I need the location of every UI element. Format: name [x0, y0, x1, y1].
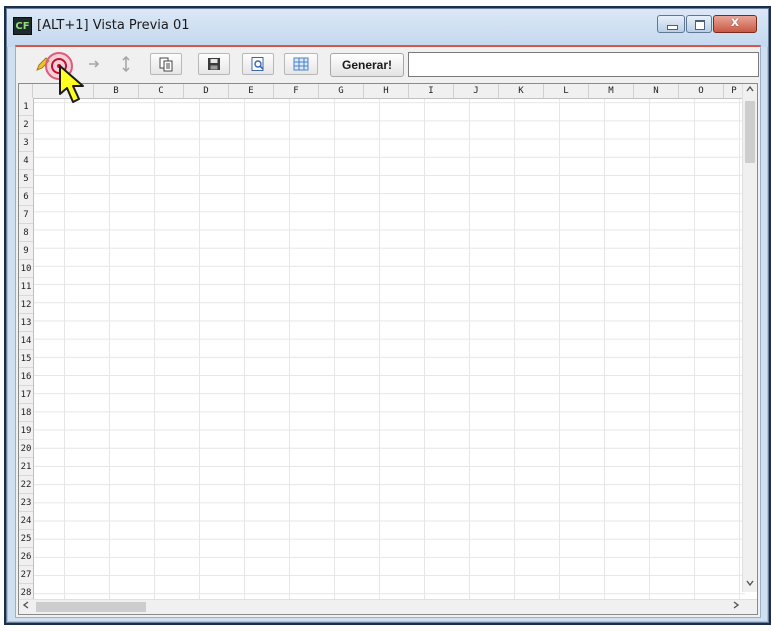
row-header-cell[interactable]: 18 — [19, 404, 33, 422]
row-header-cell[interactable]: 26 — [19, 548, 33, 566]
spreadsheet-grid[interactable]: B C D E F G H I J K L M N O P 1 2 3 4 5 … — [18, 83, 758, 615]
toolbar: Generar! — [16, 47, 760, 81]
chevron-up-icon — [746, 85, 754, 92]
scroll-down-button[interactable] — [743, 578, 757, 592]
pencil-button[interactable] — [32, 53, 54, 75]
column-header-e[interactable]: E — [229, 84, 274, 98]
save-icon — [208, 58, 220, 70]
column-header: B C D E F G H I J K L M N O P — [19, 84, 745, 99]
row-header-cell[interactable]: 17 — [19, 386, 33, 404]
column-header-o[interactable]: O — [679, 84, 724, 98]
column-header-k[interactable]: K — [499, 84, 544, 98]
row-header-cell[interactable]: 3 — [19, 134, 33, 152]
row-header-cell[interactable]: 25 — [19, 530, 33, 548]
sort-vertical-icon — [122, 56, 130, 72]
generate-input[interactable] — [408, 52, 759, 77]
next-button[interactable] — [82, 53, 106, 75]
row-header: 1 2 3 4 5 6 7 8 9 10 11 12 13 14 15 16 1… — [19, 98, 34, 604]
row-header-cell[interactable]: 14 — [19, 332, 33, 350]
row-header-cell[interactable]: 1 — [19, 98, 33, 116]
minimize-icon — [667, 25, 678, 30]
pencil-icon — [36, 57, 50, 71]
sort-button[interactable] — [114, 53, 138, 75]
column-header-j[interactable]: J — [454, 84, 499, 98]
title-bar[interactable]: CF [ALT+1] Vista Previa 01 x — [7, 9, 768, 47]
row-header-cell[interactable]: 5 — [19, 170, 33, 188]
row-header-cell[interactable]: 19 — [19, 422, 33, 440]
vertical-scroll-thumb[interactable] — [745, 101, 755, 163]
column-header-n[interactable]: N — [634, 84, 679, 98]
horizontal-scrollbar[interactable] — [19, 599, 757, 614]
close-icon: x — [730, 15, 740, 30]
grid-cells[interactable] — [19, 84, 745, 604]
row-header-cell[interactable]: 13 — [19, 314, 33, 332]
table-icon — [293, 57, 309, 71]
table-button[interactable] — [284, 53, 318, 75]
scroll-up-button[interactable] — [743, 84, 757, 98]
column-header-i[interactable]: I — [409, 84, 454, 98]
generate-button[interactable]: Generar! — [330, 53, 404, 77]
maximize-icon — [695, 20, 705, 30]
row-header-cell[interactable]: 24 — [19, 512, 33, 530]
row-header-cell[interactable]: 22 — [19, 476, 33, 494]
preview-button[interactable] — [242, 53, 274, 75]
column-header-f[interactable]: F — [274, 84, 319, 98]
column-header-d[interactable]: D — [184, 84, 229, 98]
column-header-a[interactable] — [33, 84, 94, 98]
chevron-right-icon — [733, 601, 740, 609]
row-header-cell[interactable]: 27 — [19, 566, 33, 584]
row-header-cell[interactable]: 23 — [19, 494, 33, 512]
minimize-button[interactable] — [657, 15, 685, 33]
scroll-right-button[interactable] — [729, 600, 743, 614]
maximize-button[interactable] — [686, 15, 712, 33]
close-button[interactable]: x — [713, 15, 757, 33]
row-header-cell[interactable]: 4 — [19, 152, 33, 170]
row-header-cell[interactable]: 8 — [19, 224, 33, 242]
app-window: CF [ALT+1] Vista Previa 01 x Generar! B … — [6, 8, 769, 623]
row-header-cell[interactable]: 12 — [19, 296, 33, 314]
column-header-b[interactable]: B — [94, 84, 139, 98]
column-header-h[interactable]: H — [364, 84, 409, 98]
vertical-scrollbar[interactable] — [742, 84, 757, 592]
column-header-m[interactable]: M — [589, 84, 634, 98]
copy-button[interactable] — [150, 53, 182, 75]
arrow-right-icon — [89, 60, 100, 68]
app-icon[interactable]: CF — [13, 17, 32, 35]
copy-icon — [159, 57, 173, 72]
chevron-left-icon — [22, 601, 29, 609]
client-area: Generar! B C D E F G H I J K L M N O P 1… — [15, 45, 761, 618]
preview-icon — [251, 57, 264, 71]
row-header-cell[interactable]: 2 — [19, 116, 33, 134]
column-header-g[interactable]: G — [319, 84, 364, 98]
row-header-cell[interactable]: 21 — [19, 458, 33, 476]
row-header-cell[interactable]: 20 — [19, 440, 33, 458]
save-button[interactable] — [198, 53, 230, 75]
horizontal-scroll-thumb[interactable] — [36, 602, 146, 612]
row-header-cell[interactable]: 9 — [19, 242, 33, 260]
row-header-cell[interactable]: 7 — [19, 206, 33, 224]
row-header-cell[interactable]: 6 — [19, 188, 33, 206]
window-title: [ALT+1] Vista Previa 01 — [37, 18, 190, 33]
corner-cell[interactable] — [19, 84, 33, 98]
row-header-cell[interactable]: 15 — [19, 350, 33, 368]
scroll-left-button[interactable] — [19, 600, 33, 614]
chevron-down-icon — [746, 580, 754, 587]
row-header-cell[interactable]: 16 — [19, 368, 33, 386]
row-header-cell[interactable]: 11 — [19, 278, 33, 296]
row-header-cell[interactable]: 10 — [19, 260, 33, 278]
column-header-l[interactable]: L — [544, 84, 589, 98]
column-header-c[interactable]: C — [139, 84, 184, 98]
